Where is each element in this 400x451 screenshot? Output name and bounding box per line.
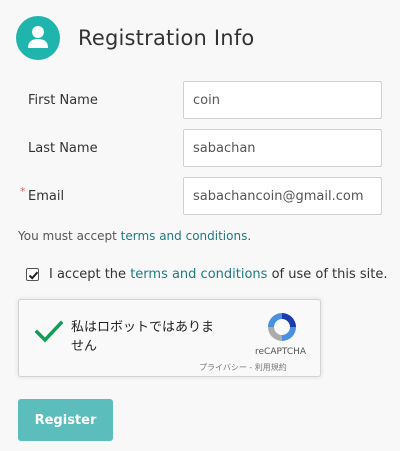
register-button[interactable]: Register <box>18 399 113 441</box>
page-header: Registration Info <box>16 16 254 60</box>
terms-note: You must accept terms and conditions. <box>18 229 251 243</box>
recaptcha-logo-icon <box>268 313 296 341</box>
first-name-row: First Name <box>18 81 382 119</box>
email-input[interactable] <box>183 177 382 215</box>
accept-suffix: of use of this site. <box>267 267 388 282</box>
accept-prefix: I accept the <box>49 267 131 282</box>
email-row: * Email <box>18 177 382 215</box>
captcha-text: 私はロボットではありません <box>71 320 215 354</box>
accept-terms-checkbox[interactable] <box>26 268 39 281</box>
first-name-input[interactable] <box>183 81 382 119</box>
captcha-checkmark-icon <box>35 320 63 343</box>
recaptcha-widget[interactable]: 私はロボットではありません reCAPTCHA プライバシー - 利用規約 <box>18 299 321 377</box>
email-label-wrap: * Email <box>18 185 183 204</box>
terms-note-prefix: You must accept <box>18 229 121 243</box>
user-icon <box>16 16 60 60</box>
required-mark: * <box>20 184 26 198</box>
email-label: Email <box>28 188 65 204</box>
first-name-label: First Name <box>28 92 98 108</box>
terms-note-link[interactable]: terms and conditions <box>121 229 248 243</box>
page-title: Registration Info <box>78 26 255 50</box>
accept-terms: I accept the terms and conditions of use… <box>26 267 388 282</box>
recaptcha-brand: reCAPTCHA <box>255 347 307 357</box>
recaptcha-privacy-terms[interactable]: プライバシー - 利用規約 <box>199 362 287 373</box>
last-name-row: Last Name <box>18 129 382 167</box>
terms-note-suffix: . <box>247 229 252 243</box>
last-name-label: Last Name <box>28 140 98 156</box>
accept-terms-link[interactable]: terms and conditions <box>130 267 267 282</box>
last-name-input[interactable] <box>183 129 382 167</box>
checkmark-icon <box>28 271 39 280</box>
